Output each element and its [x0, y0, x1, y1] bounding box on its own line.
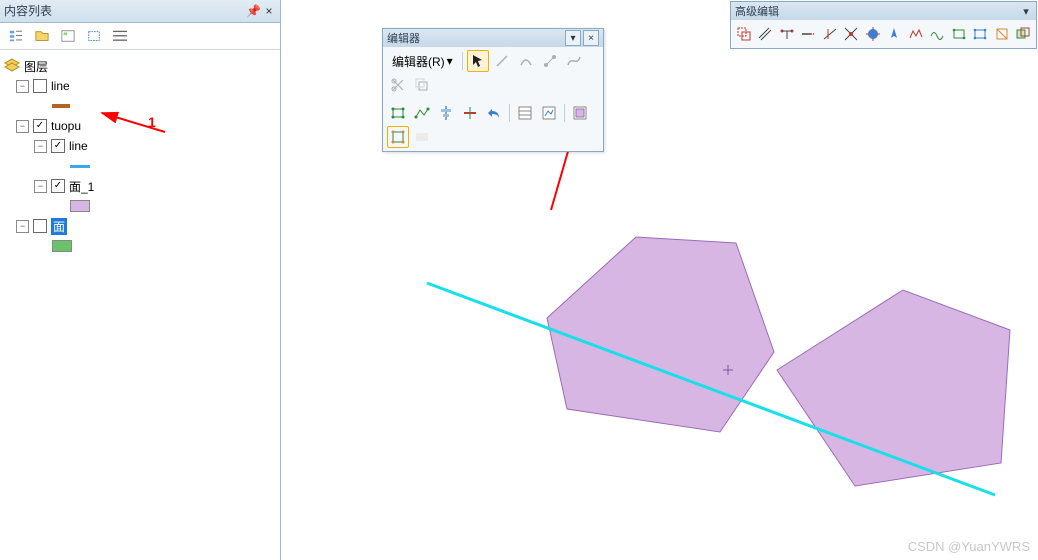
advanced-title-bar[interactable]: 高级编辑 ▾: [731, 2, 1036, 20]
edit-tool-arc-icon[interactable]: [515, 50, 537, 72]
toc-btn-list-by-selection[interactable]: [84, 26, 104, 46]
advanced-title-text: 高级编辑: [735, 3, 779, 19]
swatch-row: [4, 236, 276, 256]
tree-item-line-top[interactable]: − line: [4, 76, 276, 96]
expander-icon[interactable]: −: [34, 140, 47, 153]
checkbox[interactable]: [51, 179, 65, 193]
tree-label: line: [51, 79, 70, 93]
edit-tool-vertex-icon[interactable]: [539, 50, 561, 72]
toc-btn-list-by-source[interactable]: [32, 26, 52, 46]
toc-btn-list-by-draw[interactable]: [6, 26, 26, 46]
toc-close-icon[interactable]: ×: [262, 0, 276, 22]
edit-tool-curve-icon[interactable]: [563, 50, 585, 72]
editor-row-1: 编辑器(R)▾: [383, 47, 603, 99]
polygon-feature-1[interactable]: [547, 237, 774, 432]
adv-intersect-icon[interactable]: [842, 23, 862, 45]
tree-label: line: [69, 139, 88, 153]
undo-icon[interactable]: [483, 102, 505, 124]
expander-icon[interactable]: −: [16, 220, 29, 233]
tree-item-tuopu[interactable]: − tuopu: [4, 116, 276, 136]
tree-item-tuopu-line[interactable]: − line: [4, 136, 276, 156]
editor-menu-button[interactable]: 编辑器(R)▾: [387, 50, 458, 72]
adv-extend-icon[interactable]: [799, 23, 819, 45]
adv-parallel-icon[interactable]: [756, 23, 776, 45]
swatch-row: [4, 96, 276, 116]
separator: [509, 104, 510, 122]
separator: [564, 104, 565, 122]
toc-btn-list-by-visibility[interactable]: [58, 26, 78, 46]
line-swatch-icon: [52, 104, 70, 108]
toc-pin-icon[interactable]: 📌: [246, 0, 260, 22]
toc-title-bar: 内容列表 📌 ×: [0, 0, 280, 23]
editor-title-text: 编辑器: [387, 30, 420, 46]
edit-tool-arrow-icon[interactable]: [467, 50, 489, 72]
adv-fillet-icon[interactable]: [777, 23, 797, 45]
annotation-label-1: 1: [148, 114, 156, 130]
edit-tool-segment-icon[interactable]: [491, 50, 513, 72]
tree-label: 面_1: [69, 178, 94, 195]
editor-title-bar[interactable]: 编辑器 ▾ ×: [383, 29, 603, 47]
advanced-row: [731, 20, 1036, 48]
chevron-down-icon: ▾: [447, 54, 453, 68]
advanced-toolbar[interactable]: 高级编辑 ▾: [730, 1, 1037, 49]
adv-construct-icon[interactable]: [992, 23, 1012, 45]
toc-toolbar: [0, 23, 280, 50]
editor-toolbar[interactable]: 编辑器 ▾ × 编辑器(R)▾: [382, 28, 604, 152]
align-icon[interactable]: [435, 102, 457, 124]
adv-orient-icon[interactable]: [885, 23, 905, 45]
select-topo-icon[interactable]: [569, 102, 591, 124]
editor-close-icon[interactable]: ×: [583, 30, 599, 46]
tree-item-mian1[interactable]: − 面_1: [4, 176, 276, 196]
annotate-icon[interactable]: [387, 126, 409, 148]
edit-tool-reshape-icon[interactable]: [411, 74, 433, 96]
tree-label: tuopu: [51, 119, 81, 133]
advanced-dropdown-icon[interactable]: ▾: [1020, 5, 1032, 18]
expander-icon[interactable]: −: [34, 180, 47, 193]
layers-icon: [4, 58, 20, 74]
tree-root-label: 图层: [24, 58, 48, 75]
swatch-row: [4, 156, 276, 176]
poly-swatch-icon: [52, 240, 72, 252]
adv-rect2-icon[interactable]: [971, 23, 991, 45]
toc-btn-options[interactable]: [110, 26, 130, 46]
editor-row-2: [383, 99, 603, 151]
tree-root-row[interactable]: 图层: [4, 56, 276, 76]
adv-smooth-icon[interactable]: [928, 23, 948, 45]
editor-menu-label: 编辑器(R): [392, 53, 445, 70]
topo-rect-icon[interactable]: [387, 102, 409, 124]
expander-icon[interactable]: −: [16, 120, 29, 133]
split-icon[interactable]: [459, 102, 481, 124]
edit-tool-cut-icon[interactable]: [387, 74, 409, 96]
toc-title-text: 内容列表: [4, 0, 52, 22]
adv-generalize-icon[interactable]: [906, 23, 926, 45]
checkbox[interactable]: [33, 219, 47, 233]
highlight-icon[interactable]: [411, 126, 433, 148]
toc-tree: 图层 − line: [0, 50, 280, 262]
topo-line-icon[interactable]: [411, 102, 433, 124]
editor-dropdown-icon[interactable]: ▾: [565, 30, 581, 46]
poly-swatch-icon: [70, 200, 90, 212]
tree-item-mian[interactable]: − 面: [4, 216, 276, 236]
attributes-icon[interactable]: [514, 102, 536, 124]
line-swatch-icon: [70, 165, 90, 168]
toc-panel: 内容列表 📌 × 图层 −: [0, 0, 281, 560]
checkbox[interactable]: [51, 139, 65, 153]
checkbox[interactable]: [33, 79, 47, 93]
separator: [462, 52, 463, 70]
swatch-row: [4, 196, 276, 216]
adv-explode-icon[interactable]: [863, 23, 883, 45]
adv-copy-feat-icon[interactable]: [734, 23, 754, 45]
watermark-text: CSDN @YuanYWRS: [908, 539, 1030, 554]
checkbox[interactable]: [33, 119, 47, 133]
expander-icon[interactable]: −: [16, 80, 29, 93]
tree-label: 面: [51, 218, 67, 235]
sketch-props-icon[interactable]: [538, 102, 560, 124]
adv-clip-icon[interactable]: [1014, 23, 1034, 45]
adv-trim-icon[interactable]: [820, 23, 840, 45]
adv-rect-icon[interactable]: [949, 23, 969, 45]
